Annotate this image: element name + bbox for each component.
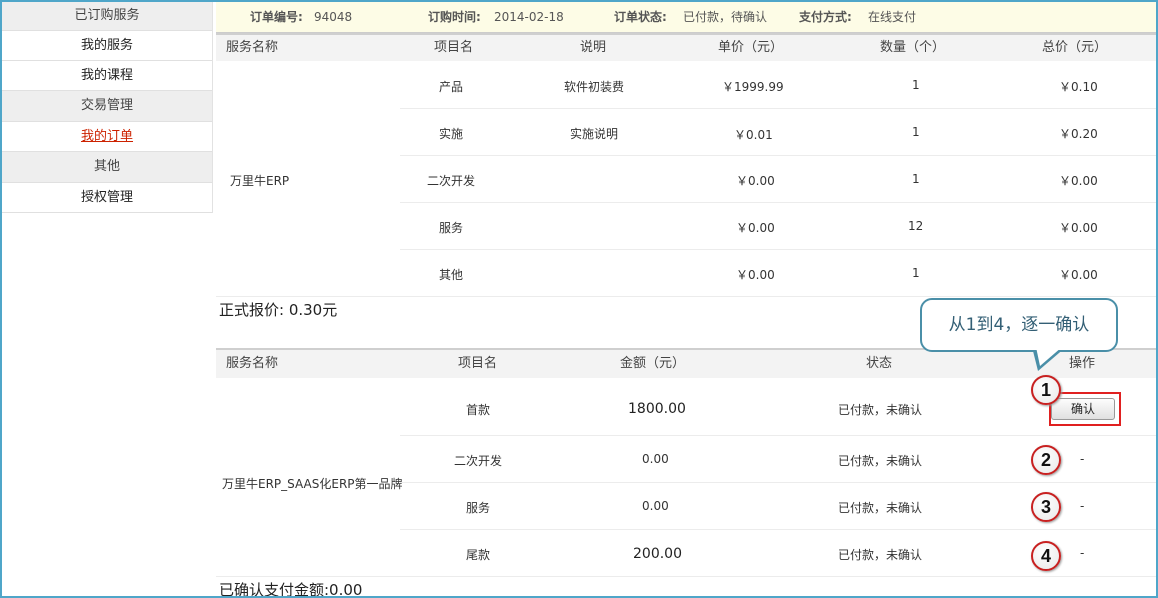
sidebar-group-other: 其他 [2, 152, 212, 183]
row-divider [400, 435, 1156, 436]
formal-quote-total: 正式报价: 0.30元 [219, 301, 338, 319]
step-badge-2: 2 [1031, 445, 1061, 475]
page-frame: 已订购服务 我的服务 我的课程 交易管理 我的订单 其他 授权管理 订单编号: … [0, 0, 1158, 598]
col-service-name: 服务名称 [226, 356, 279, 371]
payment-action: - [1080, 546, 1085, 560]
payment-status: 已付款，未确认 [838, 403, 923, 417]
col-action: 操作 [1069, 356, 1096, 371]
item-name: 服务 [439, 221, 464, 235]
order-date-value: 2014-02-18 [494, 10, 564, 24]
col-quantity: 数量（个） [880, 40, 946, 55]
col-total: 总价（元） [1042, 40, 1108, 55]
item-name: 实施 [439, 127, 464, 141]
items-service-name: 万里牛ERP [230, 174, 290, 188]
col-unit-price: 单价（元） [718, 40, 784, 55]
order-detail-panel: 订单编号: 94048 订购时间: 2014-02-18 订单状态: 已付款，待… [216, 2, 1156, 61]
item-quantity: 1 [912, 125, 920, 139]
payment-method-label: 支付方式: [799, 10, 852, 24]
payment-service-name: 万里牛ERP_SAAS化ERP第一品牌 [222, 477, 403, 491]
payment-action: - [1080, 452, 1085, 466]
sidebar: 已订购服务 我的服务 我的课程 交易管理 我的订单 其他 授权管理 [2, 2, 213, 213]
payment-amount: 1800.00 [628, 401, 686, 417]
payment-item-name: 尾款 [466, 548, 491, 562]
col-amount: 金额（元） [620, 356, 686, 371]
order-id-label: 订单编号: [250, 10, 303, 24]
item-total: ￥0.00 [1059, 268, 1098, 282]
order-status-value: 已付款，待确认 [683, 10, 768, 24]
row-divider [216, 296, 1156, 297]
row-divider [400, 202, 1156, 203]
instruction-callout: 从1到4，逐一确认 [920, 298, 1118, 352]
sidebar-item-my-courses[interactable]: 我的课程 [2, 61, 212, 91]
step-badge-1: 1 [1031, 375, 1061, 405]
payment-status: 已付款，未确认 [838, 454, 923, 468]
col-service-name: 服务名称 [226, 40, 279, 55]
payment-method-value: 在线支付 [868, 10, 917, 24]
order-date-label: 订购时间: [428, 10, 481, 24]
item-name: 产品 [439, 80, 464, 94]
col-description: 说明 [580, 40, 607, 55]
order-info-bar: 订单编号: 94048 订购时间: 2014-02-18 订单状态: 已付款，待… [216, 2, 1156, 33]
row-divider [400, 155, 1156, 156]
item-total: ￥0.10 [1059, 80, 1098, 94]
payment-item-name: 二次开发 [454, 454, 503, 468]
sidebar-group-subscribed: 已订购服务 [2, 2, 212, 31]
order-id-value: 94048 [314, 10, 353, 24]
item-total: ￥0.20 [1059, 127, 1098, 141]
row-divider [400, 108, 1156, 109]
col-item-name: 项目名 [458, 356, 498, 371]
row-divider [216, 576, 1156, 577]
confirmed-payment-total: 已确认支付金额:0.00 [219, 581, 363, 598]
order-status-label: 订单状态: [614, 10, 667, 24]
highlight-box [1049, 392, 1121, 426]
row-divider [400, 529, 1156, 530]
sidebar-item-my-services[interactable]: 我的服务 [2, 31, 212, 61]
payment-status: 已付款，未确认 [838, 501, 923, 515]
payment-amount: 0.00 [642, 452, 669, 466]
payment-table-header: 服务名称 项目名 金额（元） 状态 操作 [216, 348, 1156, 378]
sidebar-group-transactions: 交易管理 [2, 91, 212, 122]
payment-amount: 200.00 [633, 546, 682, 562]
step-badge-4: 4 [1031, 541, 1061, 571]
col-status: 状态 [866, 356, 893, 371]
row-divider [400, 249, 1156, 250]
item-unit-price: ￥0.01 [734, 128, 773, 142]
item-quantity: 1 [912, 266, 920, 280]
items-table-header: 服务名称 项目名 说明 单价（元） 数量（个） 总价（元） [216, 33, 1156, 61]
item-quantity: 1 [912, 78, 920, 92]
item-quantity: 12 [908, 219, 924, 233]
payment-status: 已付款，未确认 [838, 548, 923, 562]
item-total: ￥0.00 [1059, 221, 1098, 235]
payment-item-name: 首款 [466, 403, 491, 417]
step-badge-3: 3 [1031, 492, 1061, 522]
item-description: 软件初装费 [564, 80, 625, 94]
item-unit-price: ￥0.00 [736, 174, 775, 188]
item-name: 其他 [439, 268, 464, 282]
col-item-name: 项目名 [434, 40, 474, 55]
sidebar-item-license-management[interactable]: 授权管理 [2, 183, 212, 213]
row-divider [400, 482, 1156, 483]
item-unit-price: ￥0.00 [736, 268, 775, 282]
item-quantity: 1 [912, 172, 920, 186]
item-name: 二次开发 [427, 174, 476, 188]
payment-action: - [1080, 499, 1085, 513]
item-description: 实施说明 [570, 127, 619, 141]
item-total: ￥0.00 [1059, 174, 1098, 188]
payment-item-name: 服务 [466, 501, 491, 515]
sidebar-item-my-orders[interactable]: 我的订单 [2, 122, 212, 152]
payment-amount: 0.00 [642, 499, 669, 513]
item-unit-price: ￥0.00 [736, 221, 775, 235]
callout-pointer-inner [1036, 347, 1062, 366]
item-unit-price: ￥1999.99 [722, 80, 784, 94]
